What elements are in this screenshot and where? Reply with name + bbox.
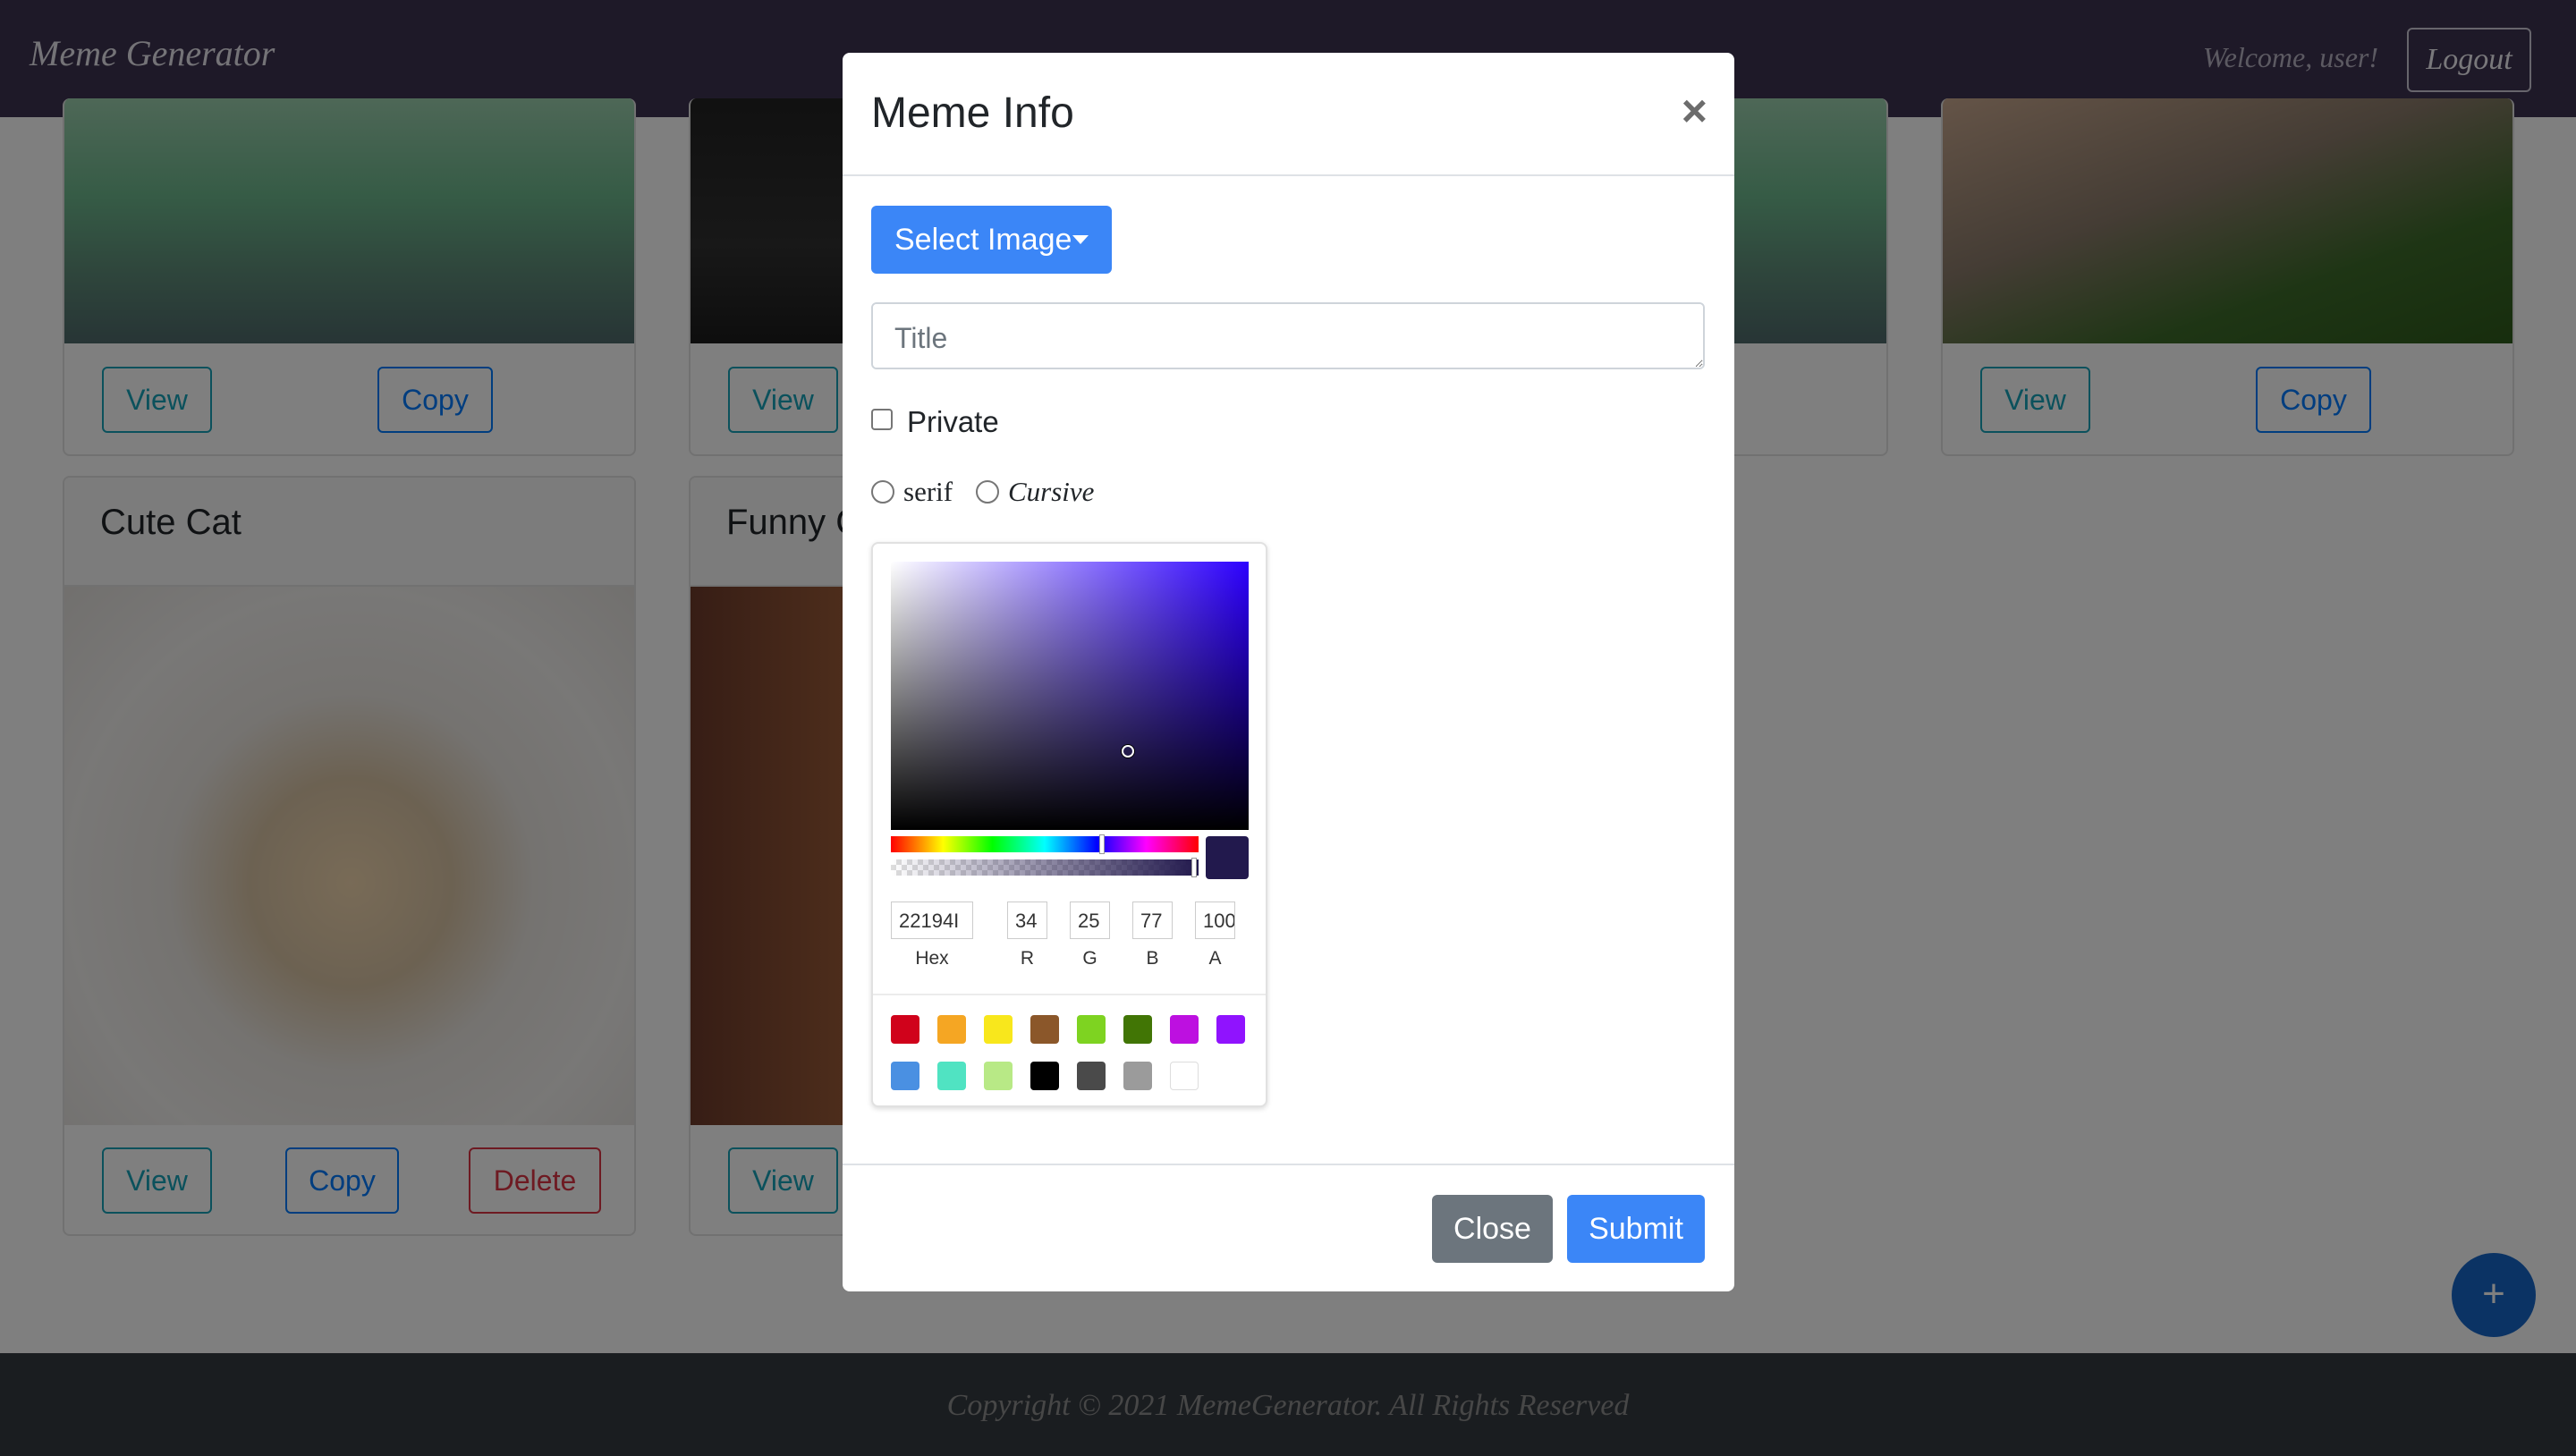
- hue-slider[interactable]: [891, 834, 1199, 854]
- preset-swatch[interactable]: [891, 1015, 919, 1044]
- preset-swatch[interactable]: [1216, 1015, 1245, 1044]
- color-picker: 22194I 34 25 77 100 Hex R G B A: [871, 542, 1267, 1107]
- preset-swatch[interactable]: [1030, 1015, 1059, 1044]
- r-label: R: [1020, 948, 1035, 969]
- modal-header: Meme Info ×: [843, 53, 1734, 176]
- saturation-area[interactable]: [891, 562, 1249, 830]
- alpha-slider-thumb[interactable]: [1191, 858, 1197, 877]
- caret-down-icon: [1072, 235, 1089, 244]
- preset-swatch[interactable]: [984, 1015, 1013, 1044]
- saturation-cursor[interactable]: [1122, 745, 1134, 758]
- preset-swatch[interactable]: [984, 1062, 1013, 1090]
- meme-info-modal: Meme Info × Select Image Private serif C…: [843, 53, 1734, 1291]
- hex-input[interactable]: 22194I: [891, 902, 973, 939]
- preset-swatch[interactable]: [937, 1062, 966, 1090]
- submit-button[interactable]: Submit: [1567, 1195, 1705, 1263]
- b-input[interactable]: 77: [1132, 902, 1173, 939]
- preset-divider: [873, 994, 1266, 995]
- preset-swatch[interactable]: [1123, 1015, 1152, 1044]
- current-color-swatch: [1206, 836, 1249, 879]
- preset-swatch[interactable]: [1170, 1062, 1199, 1090]
- select-image-label: Select Image: [894, 223, 1072, 257]
- preset-swatch[interactable]: [1123, 1062, 1152, 1090]
- alpha-slider[interactable]: [891, 858, 1199, 877]
- cursive-radio[interactable]: [976, 480, 999, 504]
- preset-swatch[interactable]: [1170, 1015, 1199, 1044]
- r-input[interactable]: 34: [1007, 902, 1047, 939]
- a-label: A: [1208, 948, 1222, 969]
- close-button[interactable]: Close: [1432, 1195, 1553, 1263]
- select-image-dropdown[interactable]: Select Image: [871, 206, 1112, 274]
- private-label[interactable]: Private: [907, 405, 999, 439]
- modal-title: Meme Info: [871, 89, 1074, 137]
- close-icon[interactable]: ×: [1682, 85, 1707, 137]
- serif-radio[interactable]: [871, 480, 894, 504]
- g-label: G: [1082, 948, 1097, 969]
- cursive-label[interactable]: Cursive: [1008, 476, 1094, 508]
- modal-footer: Close Submit: [843, 1164, 1734, 1291]
- hue-slider-thumb[interactable]: [1099, 834, 1105, 854]
- preset-swatch[interactable]: [1077, 1062, 1106, 1090]
- preset-swatch[interactable]: [891, 1062, 919, 1090]
- preset-swatch[interactable]: [1030, 1062, 1059, 1090]
- preset-swatch[interactable]: [1077, 1015, 1106, 1044]
- private-checkbox[interactable]: [871, 409, 893, 430]
- g-input[interactable]: 25: [1070, 902, 1110, 939]
- serif-label[interactable]: serif: [903, 476, 953, 508]
- preset-swatch[interactable]: [937, 1015, 966, 1044]
- b-label: B: [1146, 948, 1159, 969]
- a-input[interactable]: 100: [1195, 902, 1235, 939]
- hex-label: Hex: [915, 948, 949, 969]
- title-input[interactable]: [871, 302, 1705, 369]
